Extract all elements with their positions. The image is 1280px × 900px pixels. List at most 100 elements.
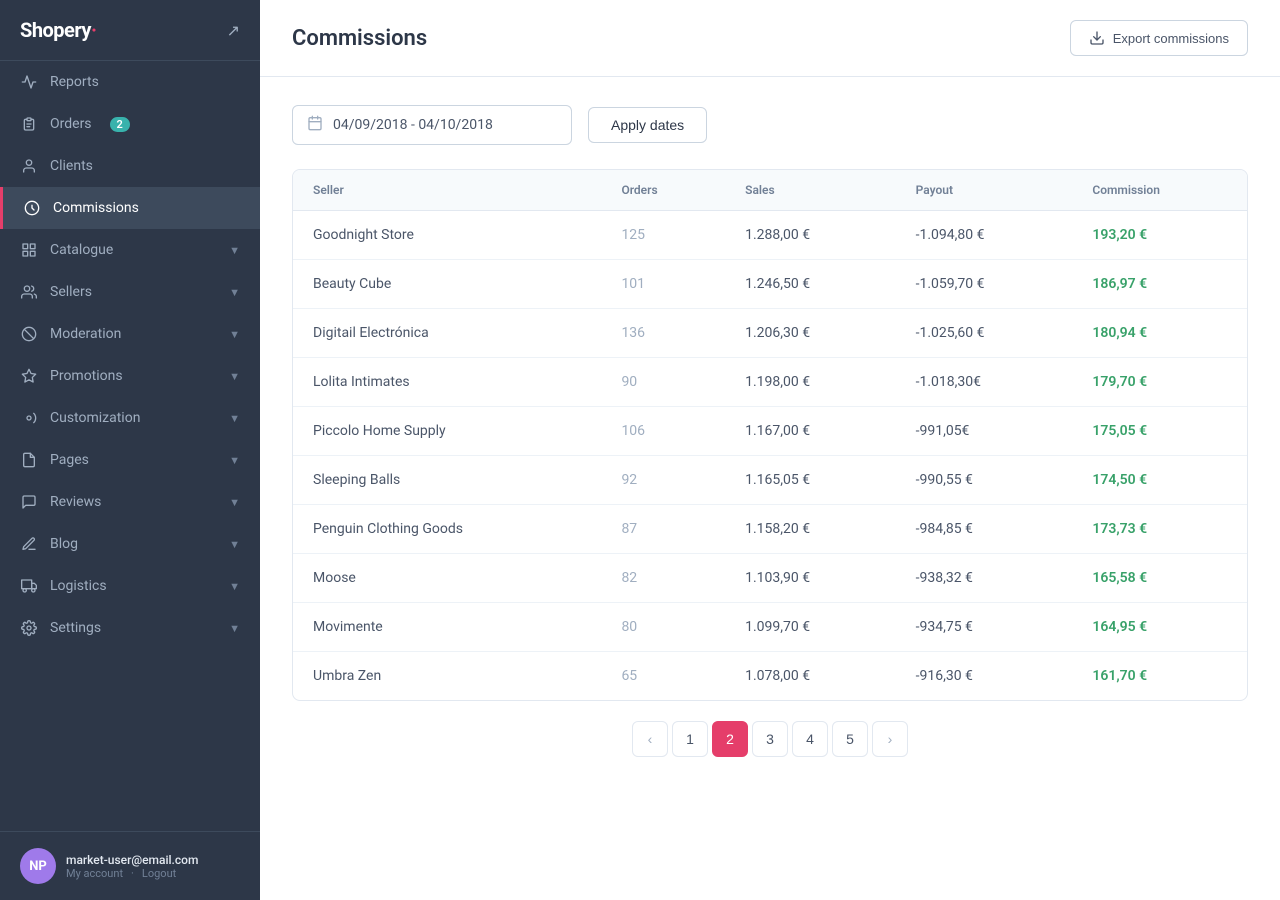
sidebar-item-blog[interactable]: Blog ▼ <box>0 523 260 565</box>
my-account-link[interactable]: My account <box>66 867 123 880</box>
nav-left-moderation: Moderation <box>20 325 121 343</box>
date-filter: 04/09/2018 - 04/10/2018 Apply dates <box>292 105 1248 145</box>
nav-left-orders: Orders 2 <box>20 115 130 133</box>
sidebar: Shopery· ↗ Reports Orders 2 Clients <box>0 0 260 900</box>
cell-seller-5: Sleeping Balls <box>293 456 601 505</box>
nav-left-reports: Reports <box>20 73 99 91</box>
nav-left-commissions: Commissions <box>23 199 139 217</box>
cell-commission-7: 165,58 € <box>1072 554 1247 603</box>
col-orders: Orders <box>601 170 725 211</box>
pagination-page-1[interactable]: 1 <box>672 721 708 757</box>
nav-left-catalogue: Catalogue <box>20 241 113 259</box>
table-row: Penguin Clothing Goods 87 1.158,20 € -98… <box>293 505 1247 554</box>
user-email: market-user@email.com <box>66 853 198 867</box>
clients-icon <box>20 157 38 175</box>
pagination-page-3[interactable]: 3 <box>752 721 788 757</box>
sidebar-item-reviews[interactable]: Reviews ▼ <box>0 481 260 523</box>
sidebar-item-orders[interactable]: Orders 2 <box>0 103 260 145</box>
cell-payout-3: -1.018,30€ <box>896 358 1073 407</box>
sidebar-item-commissions[interactable]: Commissions <box>0 187 260 229</box>
pagination-prev[interactable]: ‹ <box>632 721 668 757</box>
pagination-page-4[interactable]: 4 <box>792 721 828 757</box>
cell-sales-5: 1.165,05 € <box>725 456 895 505</box>
blog-icon <box>20 535 38 553</box>
sidebar-item-sellers[interactable]: Sellers ▼ <box>0 271 260 313</box>
sellers-icon <box>20 283 38 301</box>
cell-sales-9: 1.078,00 € <box>725 652 895 701</box>
cell-commission-5: 174,50 € <box>1072 456 1247 505</box>
logout-link[interactable]: Logout <box>142 867 176 880</box>
sidebar-item-clients[interactable]: Clients <box>0 145 260 187</box>
nav-left-settings: Settings <box>20 619 101 637</box>
nav-label-orders: Orders <box>50 116 92 132</box>
user-links: My account · Logout <box>66 867 198 880</box>
commissions-table: Seller Orders Sales Payout Commission Go… <box>293 170 1247 700</box>
sidebar-item-reports[interactable]: Reports <box>0 61 260 103</box>
moderation-icon <box>20 325 38 343</box>
promotions-icon <box>20 367 38 385</box>
export-commissions-button[interactable]: Export commissions <box>1070 20 1248 56</box>
pagination-next[interactable]: › <box>872 721 908 757</box>
sidebar-item-settings[interactable]: Settings ▼ <box>0 607 260 649</box>
main-content: Commissions Export commissions 04/09/201… <box>260 0 1280 900</box>
date-range-input[interactable]: 04/09/2018 - 04/10/2018 <box>292 105 572 145</box>
table-row: Piccolo Home Supply 106 1.167,00 € -991,… <box>293 407 1247 456</box>
sidebar-item-moderation[interactable]: Moderation ▼ <box>0 313 260 355</box>
nav-label-customization: Customization <box>50 410 140 426</box>
nav-label-moderation: Moderation <box>50 326 121 342</box>
pagination-page-5[interactable]: 5 <box>832 721 868 757</box>
sidebar-item-promotions[interactable]: Promotions ▼ <box>0 355 260 397</box>
sidebar-item-customization[interactable]: Customization ▼ <box>0 397 260 439</box>
cell-commission-1: 186,97 € <box>1072 260 1247 309</box>
nav-left-clients: Clients <box>20 157 93 175</box>
nav-items-container: Reports Orders 2 Clients Commissions <box>0 61 260 649</box>
cell-payout-1: -1.059,70 € <box>896 260 1073 309</box>
sidebar-item-catalogue[interactable]: Catalogue ▼ <box>0 229 260 271</box>
logo: Shopery· <box>20 18 96 42</box>
chevron-icon: ▼ <box>229 496 240 509</box>
catalogue-icon <box>20 241 38 259</box>
cell-commission-8: 164,95 € <box>1072 603 1247 652</box>
cell-orders-2: 136 <box>601 309 725 358</box>
table-row: Goodnight Store 125 1.288,00 € -1.094,80… <box>293 211 1247 260</box>
chevron-icon: ▼ <box>229 580 240 593</box>
nav-label-reports: Reports <box>50 74 99 90</box>
chevron-icon: ▼ <box>229 622 240 635</box>
nav-label-pages: Pages <box>50 452 89 468</box>
cell-sales-4: 1.167,00 € <box>725 407 895 456</box>
cell-seller-7: Moose <box>293 554 601 603</box>
cell-seller-1: Beauty Cube <box>293 260 601 309</box>
table-row: Movimente 80 1.099,70 € -934,75 € 164,95… <box>293 603 1247 652</box>
sidebar-item-logistics[interactable]: Logistics ▼ <box>0 565 260 607</box>
sidebar-item-pages[interactable]: Pages ▼ <box>0 439 260 481</box>
cell-seller-0: Goodnight Store <box>293 211 601 260</box>
logistics-icon <box>20 577 38 595</box>
apply-dates-button[interactable]: Apply dates <box>588 107 707 143</box>
cell-payout-0: -1.094,80 € <box>896 211 1073 260</box>
cell-payout-5: -990,55 € <box>896 456 1073 505</box>
cell-commission-0: 193,20 € <box>1072 211 1247 260</box>
page-title: Commissions <box>292 26 427 51</box>
cell-commission-2: 180,94 € <box>1072 309 1247 358</box>
cell-orders-4: 106 <box>601 407 725 456</box>
pages-icon <box>20 451 38 469</box>
nav-left-pages: Pages <box>20 451 89 469</box>
cell-commission-6: 173,73 € <box>1072 505 1247 554</box>
user-info: market-user@email.com My account · Logou… <box>66 853 198 880</box>
nav-label-blog: Blog <box>50 536 78 552</box>
chart-icon <box>20 73 38 91</box>
pagination-page-2[interactable]: 2 <box>712 721 748 757</box>
nav-label-logistics: Logistics <box>50 578 107 594</box>
sidebar-footer: NP market-user@email.com My account · Lo… <box>0 831 260 900</box>
nav-left-promotions: Promotions <box>20 367 123 385</box>
nav-left-sellers: Sellers <box>20 283 92 301</box>
col-payout: Payout <box>896 170 1073 211</box>
cell-sales-1: 1.246,50 € <box>725 260 895 309</box>
settings-icon <box>20 619 38 637</box>
nav-label-sellers: Sellers <box>50 284 92 300</box>
reviews-icon <box>20 493 38 511</box>
content-area: 04/09/2018 - 04/10/2018 Apply dates Sell… <box>260 77 1280 900</box>
table-row: Lolita Intimates 90 1.198,00 € -1.018,30… <box>293 358 1247 407</box>
expand-icon[interactable]: ↗ <box>227 21 240 40</box>
col-seller: Seller <box>293 170 601 211</box>
